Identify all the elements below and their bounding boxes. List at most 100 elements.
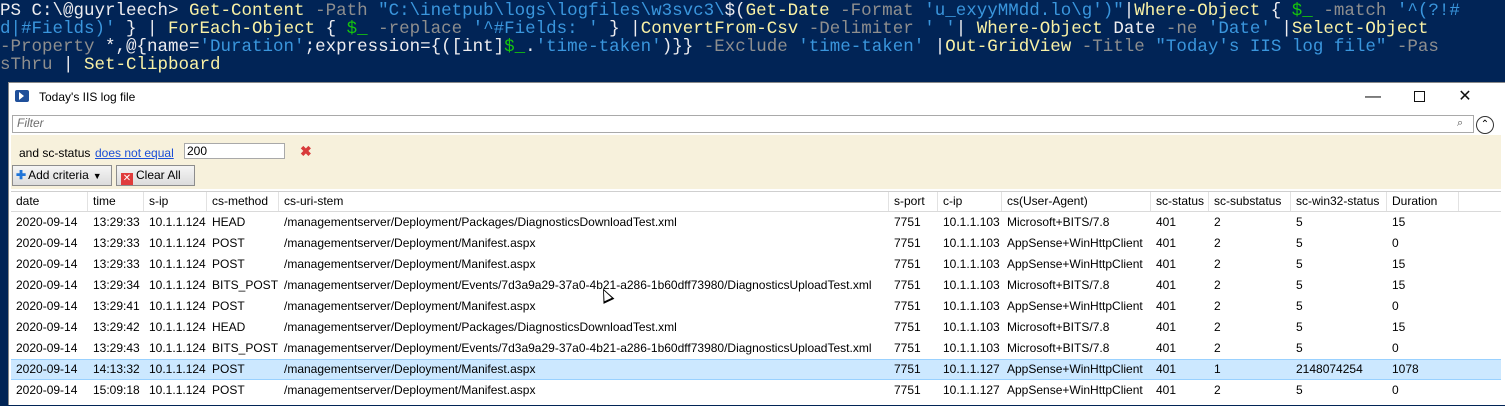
table-cell: 5: [1296, 215, 1303, 229]
minimize-button[interactable]: —: [1350, 83, 1396, 111]
column-header[interactable]: cs-method: [207, 192, 279, 211]
table-cell: POST: [212, 299, 245, 313]
column-header[interactable]: sc-status: [1151, 192, 1209, 211]
table-row[interactable]: 2020-09-14 13:29:43 10.1.1.124 BITS_POST/ma…: [11, 338, 1501, 359]
console-token: PS C:\@guyrleech>: [0, 1, 190, 21]
console-token: ForEach-Object: [168, 19, 316, 39]
clear-all-button[interactable]: ✕ Clear All: [116, 165, 195, 186]
table-cell: /managementserver/Deployment/Packages/Di…: [284, 215, 677, 229]
table-cell: 2020-09-14: [16, 299, 78, 313]
column-header[interactable]: sc-substatus: [1209, 192, 1291, 211]
console-token: Where-Object: [976, 19, 1103, 39]
column-header[interactable]: s-ip: [144, 192, 207, 211]
table-cell: 10.1.1.103: [943, 299, 1000, 313]
table-cell: 10.1.1.127: [943, 383, 1000, 397]
table-cell: 5: [1296, 257, 1303, 271]
table-cell: 5: [1296, 299, 1303, 313]
console-token: } |: [598, 19, 641, 39]
table-cell: 401: [1156, 299, 1177, 313]
table-cell: 7751: [894, 341, 921, 355]
table-cell: AppSense+WinHttpClient: [1007, 362, 1143, 376]
column-header[interactable]: cs-uri-stem: [279, 192, 889, 211]
close-button[interactable]: ✕: [1442, 83, 1488, 111]
table-cell: 10.1.1.103: [943, 278, 1000, 292]
table-cell: 401: [1156, 341, 1177, 355]
table-row[interactable]: 2020-09-14 13:29:33 10.1.1.124 POST/managem…: [11, 254, 1501, 275]
column-header[interactable]: Duration: [1387, 192, 1459, 211]
table-cell: POST: [212, 383, 245, 397]
table-row[interactable]: 2020-09-14 14:13:32 10.1.1.124 POST/managem…: [11, 359, 1501, 380]
table-cell: 7751: [894, 383, 921, 397]
table-cell: /managementserver/Deployment/Manifest.as…: [284, 299, 536, 313]
table-cell: 5: [1296, 320, 1303, 334]
table-cell: Microsoft+BITS/7.8: [1007, 215, 1110, 229]
add-criteria-button[interactable]: ✚ Add criteria ▼: [12, 165, 112, 186]
table-cell: 10.1.1.124: [149, 215, 206, 229]
console-token: -replace: [367, 19, 473, 39]
table-row[interactable]: 2020-09-14 13:29:33 10.1.1.124 POST/managem…: [11, 233, 1501, 254]
table-cell: 13:29:41: [93, 299, 140, 313]
console-token: 'time-taken': [798, 37, 925, 57]
table-cell: 401: [1156, 236, 1177, 250]
table-cell: 10.1.1.124: [149, 278, 206, 292]
console-token: $(: [724, 1, 746, 21]
table-cell: 14:13:32: [93, 362, 140, 376]
remove-criteria-icon[interactable]: ✖: [300, 143, 312, 160]
table-cell: 401: [1156, 362, 1177, 376]
console-token: -Path: [304, 1, 379, 21]
criteria-value-input[interactable]: [184, 143, 285, 159]
grid-view-window: Today's IIS log file — ✕ ⌕ ⌃ and sc-stat…: [8, 82, 1505, 405]
column-header[interactable]: date: [11, 192, 88, 211]
table-cell: 10.1.1.127: [943, 362, 1000, 376]
table-cell: /managementserver/Deployment/Events/7d3a…: [284, 341, 872, 355]
table-cell: 2: [1214, 236, 1221, 250]
criteria-panel: and sc-status does not equal ✖: [11, 135, 1501, 189]
table-row[interactable]: 2020-09-14 13:29:42 10.1.1.124 HEAD/managem…: [11, 317, 1501, 338]
table-cell: 10.1.1.124: [149, 362, 206, 376]
console-token: 'Duration': [199, 37, 305, 57]
table-cell: 2148074254: [1296, 362, 1363, 376]
console-token: sThru: [0, 55, 53, 75]
table-cell: 10.1.1.124: [149, 383, 206, 397]
column-header[interactable]: sc-win32-status: [1291, 192, 1387, 211]
window-title: Today's IIS log file: [39, 90, 136, 104]
criteria-operator-link[interactable]: does not equal: [95, 146, 174, 160]
grid-header: date time s-ip cs-method cs-uri-stem s-port c-…: [11, 192, 1501, 212]
console-token: ConvertFrom-Csv: [640, 19, 799, 39]
table-cell: 401: [1156, 215, 1177, 229]
table-cell: HEAD: [212, 215, 246, 229]
filter-input[interactable]: [13, 116, 1437, 130]
column-header[interactable]: c-ip: [938, 192, 1002, 211]
console-token: )}}: [661, 37, 704, 57]
table-cell: 401: [1156, 383, 1177, 397]
table-cell: BITS_POST: [212, 341, 279, 355]
table-cell: 10.1.1.124: [149, 341, 206, 355]
table-cell: 1: [1214, 362, 1221, 376]
console-token: -Delimiter: [798, 19, 925, 39]
table-row[interactable]: 2020-09-14 13:29:33 10.1.1.124 HEAD/managem…: [11, 212, 1501, 233]
table-row[interactable]: 2020-09-14 13:29:34 10.1.1.124 BITS_POST/ma…: [11, 275, 1501, 296]
column-header[interactable]: s-port: [889, 192, 938, 211]
table-cell: AppSense+WinHttpClient: [1007, 236, 1143, 250]
column-header[interactable]: time: [88, 192, 144, 211]
table-cell: 15:09:18: [93, 383, 140, 397]
table-cell: 7751: [894, 278, 921, 292]
table-cell: /managementserver/Deployment/Manifest.as…: [284, 383, 536, 397]
table-cell: Microsoft+BITS/7.8: [1007, 320, 1110, 334]
table-cell: 2020-09-14: [16, 215, 78, 229]
column-header[interactable]: cs(User-Agent): [1002, 192, 1151, 211]
maximize-button[interactable]: [1396, 83, 1442, 111]
console-token: -match: [1312, 1, 1397, 21]
table-row[interactable]: 2020-09-14 15:09:18 10.1.1.124 POST/managem…: [11, 380, 1501, 401]
table-cell: 0: [1392, 236, 1399, 250]
table-cell: 0: [1392, 341, 1399, 355]
table-cell: /managementserver/Deployment/Manifest.as…: [284, 257, 536, 271]
collapse-criteria-button[interactable]: ⌃: [1476, 116, 1494, 134]
table-cell: 2: [1214, 383, 1221, 397]
table-row[interactable]: 2020-09-14 13:29:41 10.1.1.124 POST/managem…: [11, 296, 1501, 317]
table-cell: 7751: [894, 320, 921, 334]
powershell-console: PS C:\@guyrleech> Get-Content -Path "C:\…: [0, 0, 1505, 78]
title-bar[interactable]: Today's IIS log file — ✕: [9, 83, 1505, 111]
console-token: 'u_exyyMMdd.lo\g': [924, 1, 1103, 21]
console-token: {: [315, 19, 347, 39]
